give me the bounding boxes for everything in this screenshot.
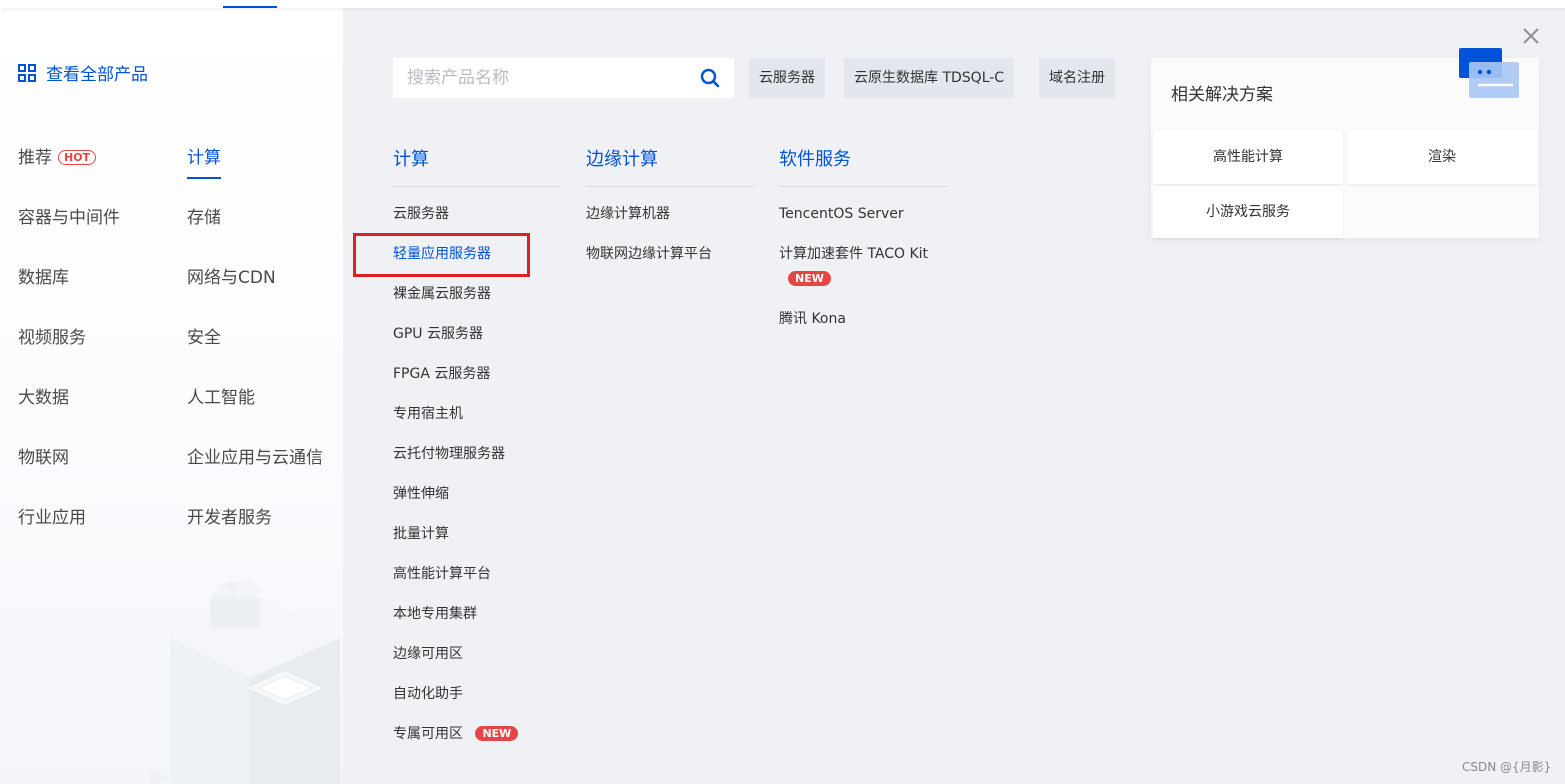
product-local-cluster[interactable]: 本地专用集群: [393, 604, 477, 624]
category-sidebar: 查看全部产品 推荐 HOT 计算 容器与中间件 存储 数据库 网络与CDN 视频服…: [0, 8, 343, 784]
quick-tag-tdsql-c[interactable]: 云原生数据库 TDSQL-C: [844, 58, 1015, 98]
product-edge-zone[interactable]: 边缘可用区: [393, 644, 463, 664]
product-fpga[interactable]: FPGA 云服务器: [393, 364, 490, 384]
view-all-products-label: 查看全部产品: [46, 65, 148, 85]
quick-tag-domain[interactable]: 域名注册: [1039, 58, 1115, 98]
product-iot-edge[interactable]: 物联网边缘计算平台: [586, 244, 712, 264]
column-header-software[interactable]: 软件服务: [779, 148, 947, 187]
product-dedicated-host[interactable]: 专用宿主机: [393, 404, 463, 424]
watermark: CSDN @{月影}: [1462, 760, 1552, 774]
column-header-edge-computing[interactable]: 边缘计算: [586, 148, 754, 187]
quick-tag-cvm[interactable]: 云服务器: [749, 58, 825, 98]
category-security[interactable]: 安全: [187, 327, 221, 349]
product-batch-compute[interactable]: 批量计算: [393, 524, 449, 544]
category-iot[interactable]: 物联网: [18, 447, 69, 469]
product-taco-kit[interactable]: 计算加速套件 TACO Kit: [779, 244, 928, 264]
product-automation-assistant[interactable]: 自动化助手: [393, 684, 463, 704]
decorative-server-illustration: [150, 580, 340, 784]
category-storage[interactable]: 存储: [187, 207, 221, 229]
solution-minigame[interactable]: 小游戏云服务: [1153, 186, 1343, 238]
category-compute[interactable]: 计算: [187, 147, 221, 179]
new-badge: NEW: [788, 271, 831, 286]
category-video[interactable]: 视频服务: [18, 327, 86, 349]
top-nav-active-indicator: [223, 6, 277, 8]
solution-hpc[interactable]: 高性能计算: [1153, 130, 1343, 184]
product-cvm[interactable]: 云服务器: [393, 204, 449, 224]
category-ai[interactable]: 人工智能: [187, 387, 255, 409]
category-developer[interactable]: 开发者服务: [187, 507, 272, 529]
category-container-middleware[interactable]: 容器与中间件: [18, 207, 120, 229]
view-all-products-link[interactable]: 查看全部产品: [18, 60, 148, 85]
product-kona[interactable]: 腾讯 Kona: [779, 309, 846, 329]
close-icon[interactable]: [1521, 26, 1541, 46]
product-bare-metal[interactable]: 裸金属云服务器: [393, 284, 491, 304]
product-hosted-physical[interactable]: 云托付物理服务器: [393, 444, 505, 464]
product-auto-scaling[interactable]: 弹性伸缩: [393, 484, 449, 504]
product-hpc-platform[interactable]: 高性能计算平台: [393, 564, 491, 584]
hot-badge: HOT: [58, 150, 97, 165]
grid-icon: [18, 63, 36, 82]
top-nav-bar: [0, 0, 1565, 8]
column-header-compute[interactable]: 计算: [393, 148, 561, 187]
product-gpu[interactable]: GPU 云服务器: [393, 324, 483, 344]
product-edge-machine[interactable]: 边缘计算机器: [586, 204, 670, 224]
product-cdz[interactable]: 专属可用区 NEW: [393, 724, 519, 744]
category-database[interactable]: 数据库: [18, 267, 69, 289]
product-label: 专属可用区: [393, 726, 463, 742]
product-lighthouse[interactable]: 轻量应用服务器: [393, 244, 491, 264]
category-network-cdn[interactable]: 网络与CDN: [187, 267, 276, 289]
search-input[interactable]: [407, 58, 687, 98]
new-badge: NEW: [475, 726, 519, 741]
search-box: [393, 58, 734, 98]
product-tencentos[interactable]: TencentOS Server: [779, 204, 904, 224]
category-industry[interactable]: 行业应用: [18, 507, 86, 529]
category-recommended[interactable]: 推荐 HOT: [18, 147, 97, 169]
search-icon[interactable]: [700, 68, 720, 88]
category-label: 推荐: [18, 148, 52, 168]
customer-service-chat-icon[interactable]: [1459, 48, 1521, 98]
solutions-title: 相关解决方案: [1171, 85, 1273, 105]
solution-rendering[interactable]: 渲染: [1347, 130, 1537, 184]
category-enterprise-comm[interactable]: 企业应用与云通信: [187, 447, 323, 469]
category-big-data[interactable]: 大数据: [18, 387, 69, 409]
